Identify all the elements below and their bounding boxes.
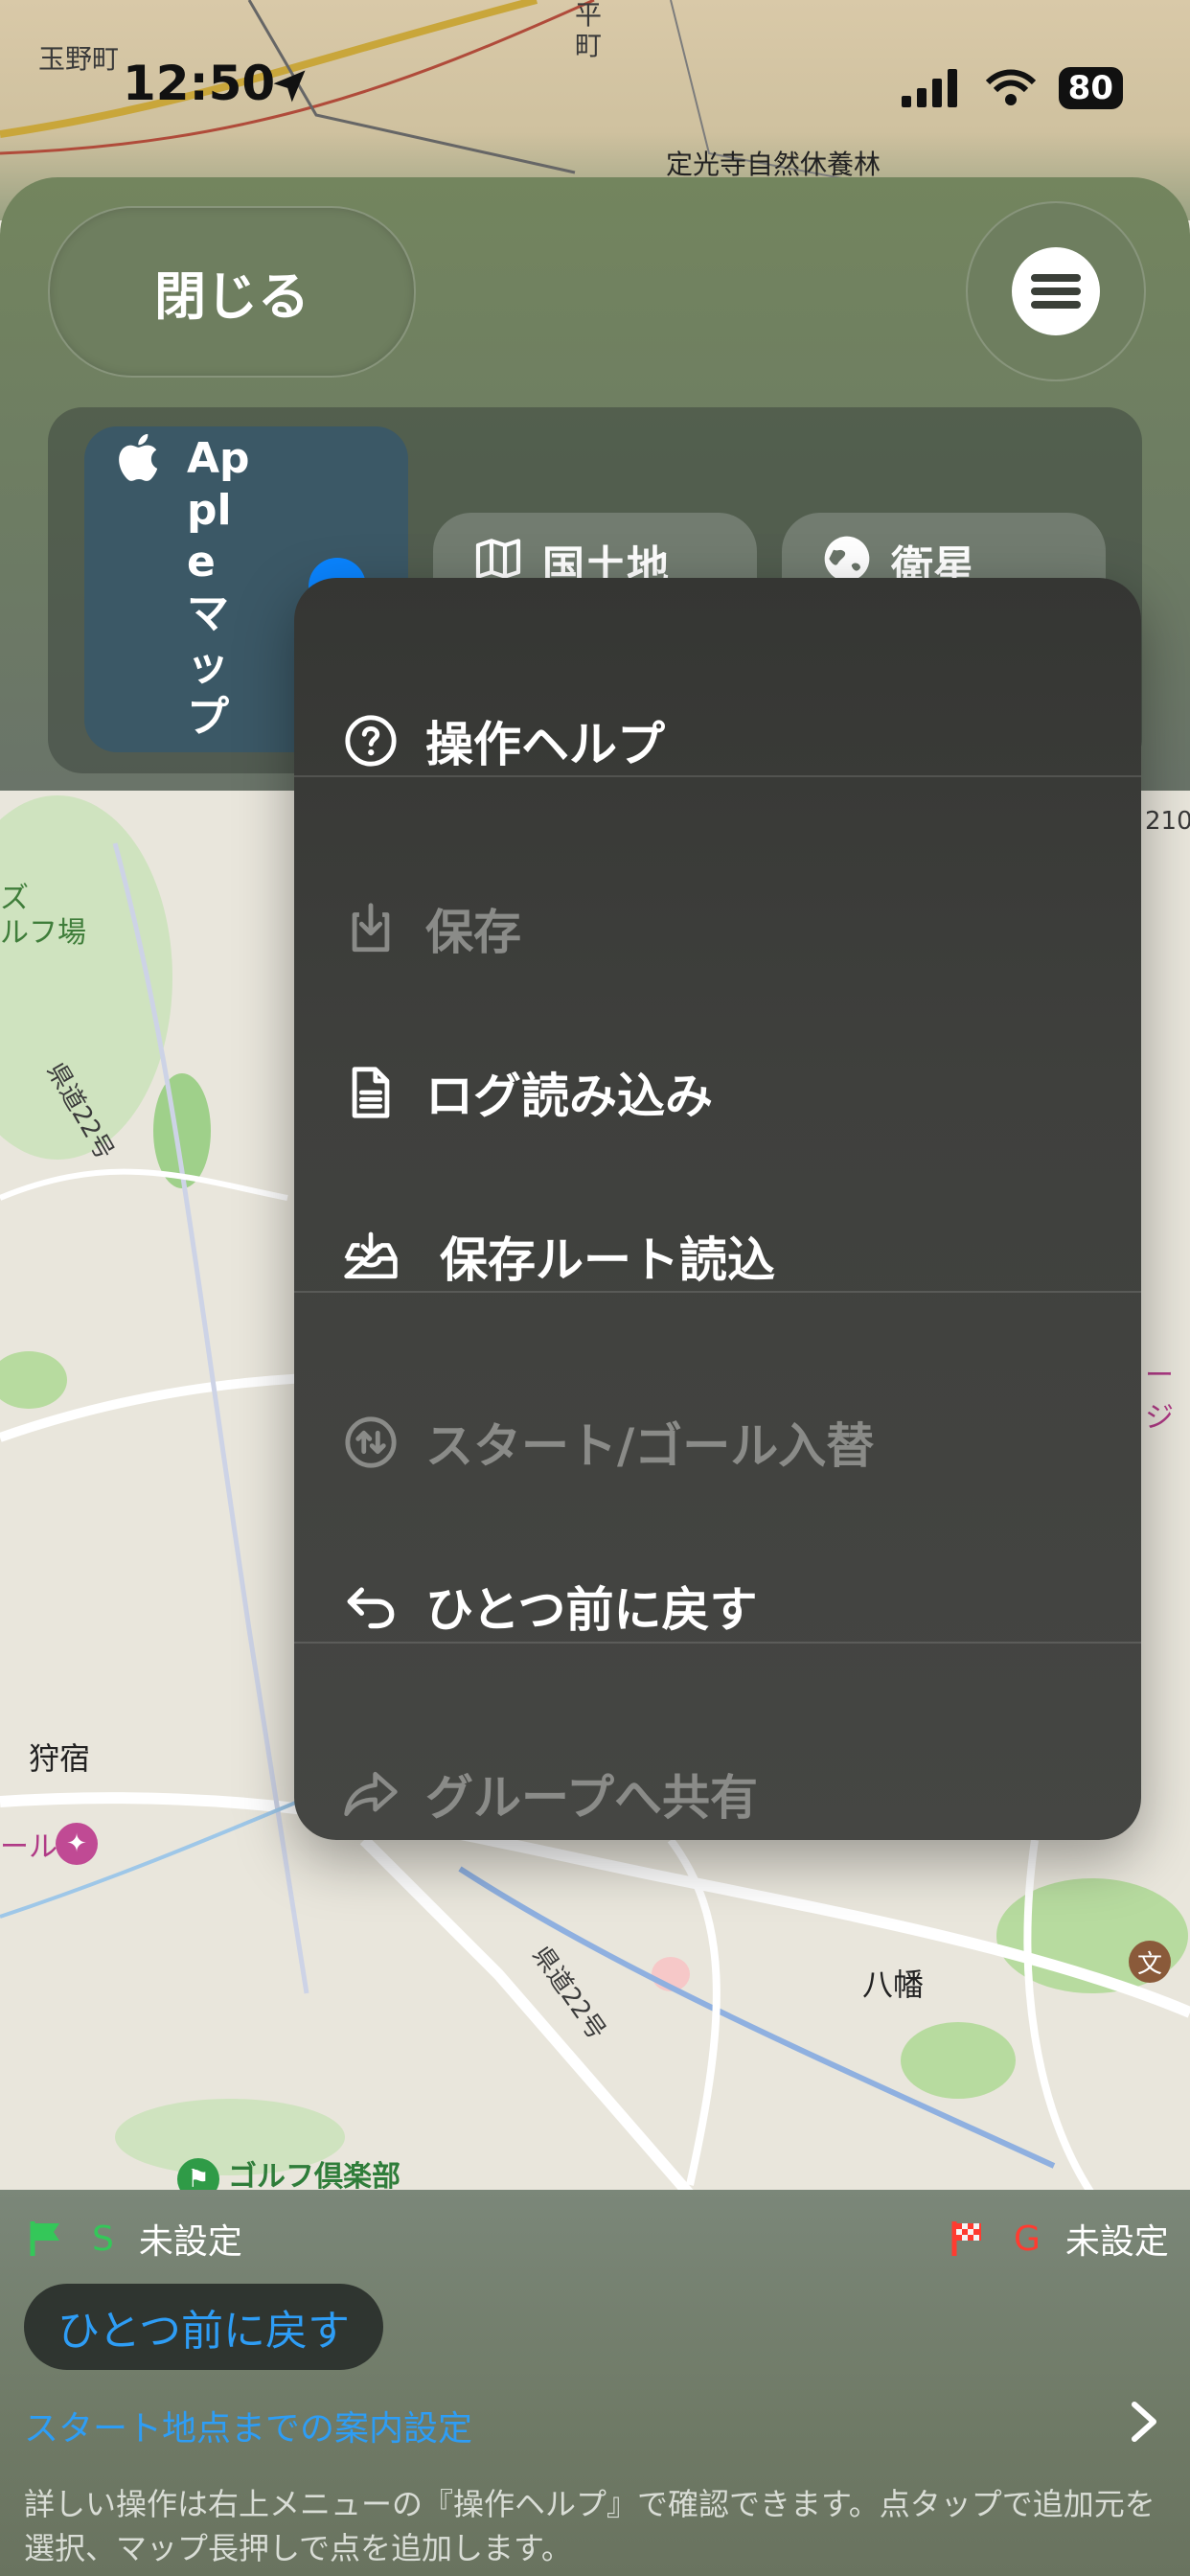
map-label: ージ <box>1145 1359 1174 1435</box>
school-pin-icon[interactable]: 文 <box>1129 1941 1171 1983</box>
menu-button[interactable] <box>966 201 1146 381</box>
document-icon <box>342 1064 400 1121</box>
goal-status[interactable]: G 未設定 <box>949 2214 1169 2264</box>
map-label: 定光寺自然休養林 <box>666 149 881 180</box>
question-circle-icon <box>342 712 400 770</box>
menu-item-label: ログ読み込み <box>425 1069 713 1124</box>
share-arrow-icon <box>342 1765 400 1823</box>
menu-divider <box>294 775 1141 777</box>
menu-item-share-group[interactable]: グループへ共有 <box>294 1736 1141 1840</box>
goal-value: 未設定 <box>1064 2222 1169 2262</box>
swap-circle-icon <box>342 1414 400 1471</box>
location-arrow-icon <box>273 70 306 103</box>
map-label: 八幡 <box>862 1966 925 2003</box>
undo-button[interactable]: ひとつ前に戻す <box>24 2284 383 2370</box>
menu-item-help[interactable]: 操作ヘルプ <box>294 683 1141 798</box>
apple-logo-icon <box>119 433 158 481</box>
start-value: 未設定 <box>138 2222 242 2262</box>
battery-indicator: 80 <box>1058 67 1123 109</box>
menu-item-label: 保存ルート読込 <box>440 1232 775 1288</box>
menu-item-save[interactable]: 保存 <box>294 871 1141 986</box>
inbox-download-icon <box>342 1228 400 1285</box>
map-label: ズ ルフ場 <box>0 882 86 950</box>
status-icons: 80 <box>901 67 1123 109</box>
menu-item-swap[interactable]: スタート/ゴール入替 <box>294 1385 1141 1500</box>
start-guide-link[interactable]: スタート地点までの案内設定 <box>24 2401 472 2450</box>
start-status[interactable]: S 未設定 <box>27 2214 242 2264</box>
menu-item-load-route[interactable]: 保存ルート読込 <box>294 1199 1141 1314</box>
list-icon <box>1012 247 1100 335</box>
cellular-signal-icon <box>901 69 957 107</box>
menu-item-undo[interactable]: ひとつ前に戻す <box>294 1549 1141 1664</box>
bowling-pin-icon[interactable]: ✦ <box>56 1823 98 1865</box>
chevron-right-icon[interactable] <box>1127 2401 1161 2443</box>
map-label: 平町 <box>575 0 603 61</box>
map-label: ゴルフ倶楽部 <box>228 2160 400 2194</box>
close-button[interactable]: 閉じる <box>48 206 416 378</box>
help-text: 詳しい操作は右上メニューの『操作ヘルプ』で確認できます。点タップで追加元を選択、… <box>24 2486 1156 2566</box>
menu-item-label: 操作ヘルプ <box>425 717 665 772</box>
menu-item-label: グループへ共有 <box>425 1770 758 1826</box>
menu-divider <box>294 1642 1141 1644</box>
menu-item-label: スタート/ゴール入替 <box>425 1418 875 1474</box>
goal-letter: G <box>1014 2219 1041 2259</box>
map-label: 狩宿 <box>29 1740 91 1777</box>
goal-flag-icon <box>951 2221 981 2256</box>
menu-item-load-log[interactable]: ログ読み込み <box>294 1035 1141 1150</box>
status-time: 12:50 <box>123 56 276 111</box>
map-source-apple-label: Apple マップ <box>187 434 250 742</box>
start-flag-icon <box>30 2221 59 2256</box>
wifi-icon <box>985 69 1036 105</box>
menu-item-label: 保存 <box>425 905 521 960</box>
undo-arrow-icon <box>342 1577 400 1635</box>
map-label: 210 <box>1145 807 1190 836</box>
map-label: 玉野町 <box>38 43 120 75</box>
menu-item-label: ひとつ前に戻す <box>425 1582 758 1638</box>
menu-divider <box>294 1291 1141 1293</box>
map-label: ール <box>0 1830 57 1864</box>
download-tray-icon <box>342 900 400 957</box>
start-letter: S <box>92 2219 114 2259</box>
options-menu: 操作ヘルプ 保存 ログ読み込み 保存ルート読込 スタート/ゴール入替 ひとつ前に… <box>294 578 1141 1840</box>
